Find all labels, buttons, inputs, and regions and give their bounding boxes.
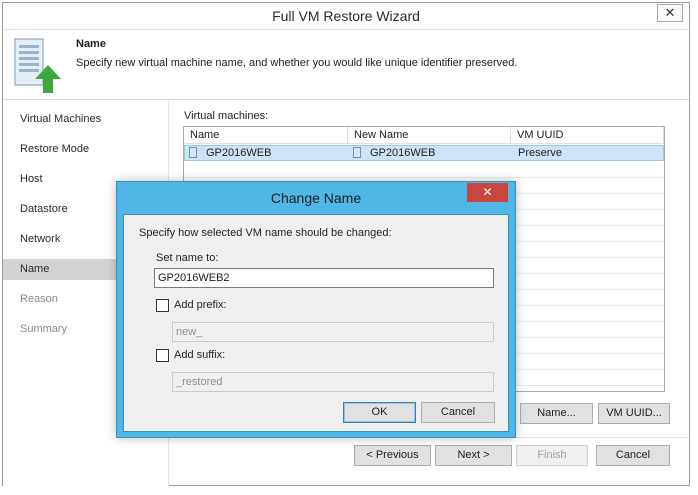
- prefix-input: new_: [172, 322, 494, 342]
- add-prefix-label: Add prefix:: [174, 299, 227, 311]
- window-close-button[interactable]: ✕: [657, 4, 683, 22]
- vm-icon: [353, 147, 361, 158]
- row-name: GP2016WEB: [206, 147, 272, 159]
- vm-icon: [189, 147, 197, 158]
- window-title: Full VM Restore Wizard: [3, 3, 689, 30]
- suffix-input: _restored: [172, 372, 494, 392]
- row-uuid: Preserve: [518, 147, 563, 159]
- dialog-body: Specify how selected VM name should be c…: [123, 214, 509, 432]
- previous-button[interactable]: < Previous: [354, 445, 431, 466]
- dialog-cancel-button[interactable]: Cancel: [421, 402, 495, 423]
- restore-vm-icon: [14, 38, 61, 93]
- table-row[interactable]: GP2016WEB GP2016WEB Preserve: [184, 145, 664, 161]
- finish-button: Finish: [516, 445, 588, 466]
- add-suffix-label: Add suffix:: [174, 349, 226, 361]
- row-new-name: GP2016WEB: [370, 147, 436, 159]
- set-name-label: Set name to:: [156, 252, 219, 264]
- change-name-dialog: Change Name ✕ Specify how selected VM na…: [116, 181, 516, 438]
- wizard-header: Name Specify new virtual machine name, a…: [3, 30, 689, 100]
- step-restore-mode[interactable]: Restore Mode: [3, 134, 168, 164]
- vm-uuid-button[interactable]: VM UUID...: [598, 403, 670, 424]
- dialog-title: Change Name: [270, 190, 362, 206]
- dialog-close-button[interactable]: ✕: [467, 183, 508, 202]
- set-name-input[interactable]: GP2016WEB2: [154, 268, 494, 288]
- column-header-name[interactable]: Name: [184, 127, 348, 144]
- cancel-button[interactable]: Cancel: [596, 445, 670, 466]
- dialog-instruction: Specify how selected VM name should be c…: [139, 227, 392, 239]
- next-button[interactable]: Next >: [435, 445, 512, 466]
- header-description: Specify new virtual machine name, and wh…: [76, 57, 518, 69]
- column-header-new-name[interactable]: New Name: [348, 127, 511, 144]
- column-header-vm-uuid[interactable]: VM UUID: [511, 127, 664, 144]
- add-prefix-checkbox[interactable]: [156, 299, 169, 312]
- virtual-machines-label: Virtual machines:: [184, 110, 269, 122]
- header-title: Name: [76, 38, 106, 50]
- step-virtual-machines[interactable]: Virtual Machines: [3, 104, 168, 134]
- ok-button[interactable]: OK: [343, 402, 416, 423]
- add-suffix-checkbox[interactable]: [156, 349, 169, 362]
- name-button[interactable]: Name...: [520, 403, 593, 424]
